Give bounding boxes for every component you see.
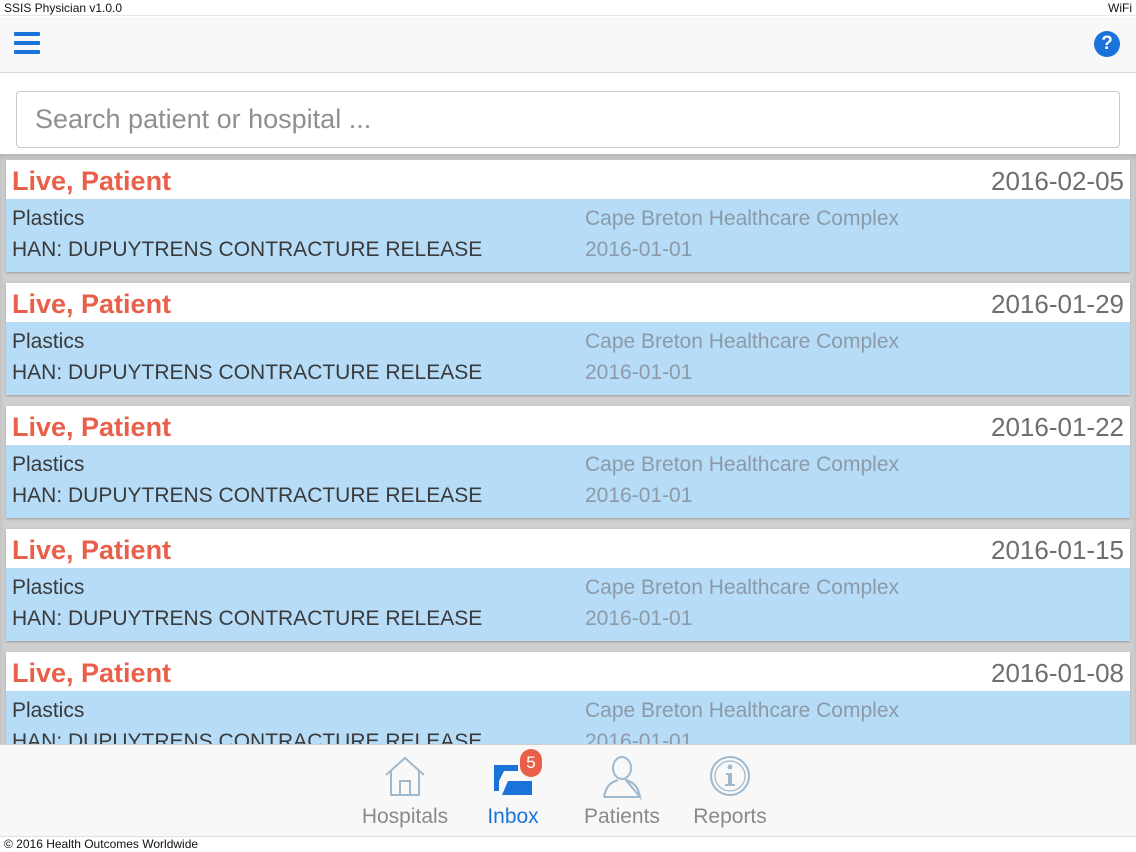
- specialty: Plastics: [12, 330, 85, 353]
- wifi-indicator: WiFi: [1108, 1, 1132, 15]
- tab-patients[interactable]: Patients: [567, 749, 677, 833]
- tab-inbox[interactable]: 5 Inbox: [458, 749, 568, 833]
- procedure: HAN: DUPUYTRENS CONTRACTURE RELEASE: [12, 238, 483, 261]
- case-date: 2016-02-05: [991, 166, 1124, 196]
- hamburger-menu-icon[interactable]: [14, 31, 42, 57]
- person-icon: [603, 756, 642, 801]
- case-card[interactable]: Live, Patient 2016-02-05 Plastics HAN: D…: [6, 160, 1130, 272]
- hospital-name: Cape Breton Healthcare Complex: [585, 453, 899, 476]
- case-card-details: Plastics HAN: DUPUYTRENS CONTRACTURE REL…: [6, 199, 1130, 272]
- house-icon: [385, 756, 425, 796]
- specialty: Plastics: [12, 453, 85, 476]
- hospital-name: Cape Breton Healthcare Complex: [585, 330, 899, 353]
- case-card[interactable]: Live, Patient 2016-01-22 Plastics HAN: D…: [6, 406, 1130, 518]
- case-card[interactable]: Live, Patient 2016-01-29 Plastics HAN: D…: [6, 283, 1130, 395]
- inbox-count-badge: 5: [520, 749, 542, 777]
- hospital-name: Cape Breton Healthcare Complex: [585, 207, 899, 230]
- case-date: 2016-01-29: [991, 289, 1124, 319]
- case-card-details: Plastics HAN: DUPUYTRENS CONTRACTURE REL…: [6, 322, 1130, 395]
- hospital-name: Cape Breton Healthcare Complex: [585, 576, 899, 599]
- procedure: HAN: DUPUYTRENS CONTRACTURE RELEASE: [12, 484, 483, 507]
- case-date: 2016-01-15: [991, 535, 1124, 565]
- case-card[interactable]: Live, Patient 2016-01-08 Plastics HAN: D…: [6, 652, 1130, 744]
- hospital-name: Cape Breton Healthcare Complex: [585, 699, 899, 722]
- specialty: Plastics: [12, 207, 85, 230]
- procedure-date: 2016-01-01: [585, 361, 693, 384]
- procedure-date: 2016-01-01: [585, 607, 693, 630]
- status-bar: SSIS Physician v1.0.0 WiFi: [0, 0, 1136, 16]
- navigation-bar: ?: [0, 17, 1136, 73]
- case-card-header: Live, Patient 2016-01-29: [6, 283, 1130, 322]
- search-input[interactable]: [16, 91, 1120, 148]
- procedure: HAN: DUPUYTRENS CONTRACTURE RELEASE: [12, 607, 483, 630]
- search-area: [0, 74, 1136, 154]
- case-card-header: Live, Patient 2016-01-15: [6, 529, 1130, 568]
- patient-name: Live, Patient: [12, 535, 172, 565]
- procedure: HAN: DUPUYTRENS CONTRACTURE RELEASE: [12, 361, 483, 384]
- case-date: 2016-01-22: [991, 412, 1124, 442]
- tab-label: Reports: [693, 805, 767, 828]
- tab-bar: Hospitals 5 Inbox Patients Reports: [0, 744, 1136, 836]
- patient-name: Live, Patient: [12, 166, 172, 196]
- help-icon[interactable]: ?: [1094, 31, 1120, 57]
- case-card[interactable]: Live, Patient 2016-01-15 Plastics HAN: D…: [6, 529, 1130, 641]
- patient-name: Live, Patient: [12, 658, 172, 688]
- app-version-title: SSIS Physician v1.0.0: [4, 1, 123, 15]
- procedure-date: 2016-01-01: [585, 730, 693, 744]
- case-list[interactable]: Live, Patient 2016-02-05 Plastics HAN: D…: [0, 154, 1136, 744]
- specialty: Plastics: [12, 576, 85, 599]
- case-card-details: Plastics HAN: DUPUYTRENS CONTRACTURE REL…: [6, 445, 1130, 518]
- procedure-date: 2016-01-01: [585, 484, 693, 507]
- procedure-date: 2016-01-01: [585, 238, 693, 261]
- case-date: 2016-01-08: [991, 658, 1124, 688]
- case-card-header: Live, Patient 2016-01-22: [6, 406, 1130, 445]
- tab-reports[interactable]: Reports: [675, 749, 785, 833]
- patient-name: Live, Patient: [12, 289, 172, 319]
- info-circle-icon: [710, 756, 750, 796]
- case-card-details: Plastics HAN: DUPUYTRENS CONTRACTURE REL…: [6, 568, 1130, 641]
- case-card-details: Plastics HAN: DUPUYTRENS CONTRACTURE REL…: [6, 691, 1130, 744]
- tab-hospitals[interactable]: Hospitals: [350, 749, 460, 833]
- patient-name: Live, Patient: [12, 412, 172, 442]
- case-card-header: Live, Patient 2016-02-05: [6, 160, 1130, 199]
- specialty: Plastics: [12, 699, 85, 722]
- procedure: HAN: DUPUYTRENS CONTRACTURE RELEASE: [12, 730, 483, 744]
- tab-label: Hospitals: [361, 805, 449, 828]
- tab-label: Inbox: [487, 805, 539, 828]
- case-card-header: Live, Patient 2016-01-08: [6, 652, 1130, 691]
- tab-label: Patients: [584, 805, 660, 828]
- copyright-footer: © 2016 Health Outcomes Worldwide: [0, 836, 1136, 852]
